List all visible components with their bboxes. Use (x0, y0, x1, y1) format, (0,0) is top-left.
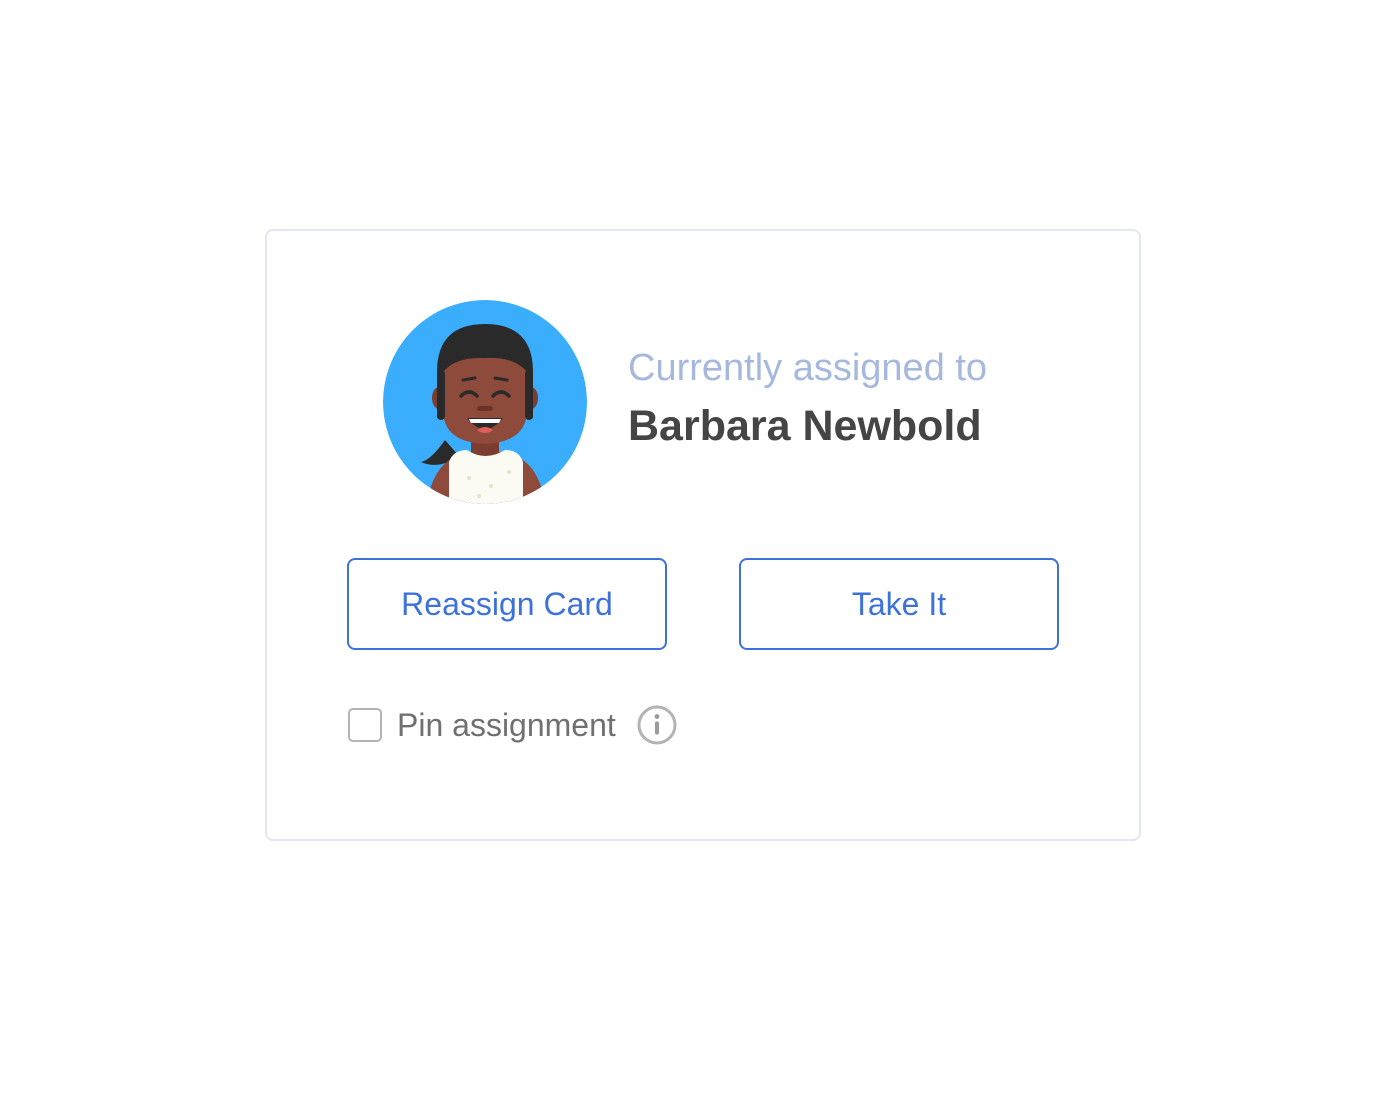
avatar (383, 300, 587, 504)
info-icon[interactable] (636, 704, 678, 746)
pin-assignment-checkbox[interactable] (348, 708, 382, 742)
take-it-button[interactable]: Take It (739, 558, 1059, 650)
reassign-card-button[interactable]: Reassign Card (347, 558, 667, 650)
pin-assignment-label[interactable]: Pin assignment (397, 707, 616, 744)
assignee-name: Barbara Newbold (628, 402, 982, 450)
assignment-label: Currently assigned to (628, 347, 988, 389)
pin-assignment-row: Pin assignment (348, 703, 678, 747)
assignment-info: Currently assigned to Barbara Newbold (628, 345, 987, 453)
user-avatar-illustration (383, 300, 587, 504)
assignment-card: Currently assigned to Barbara Newbold Re… (265, 229, 1141, 841)
